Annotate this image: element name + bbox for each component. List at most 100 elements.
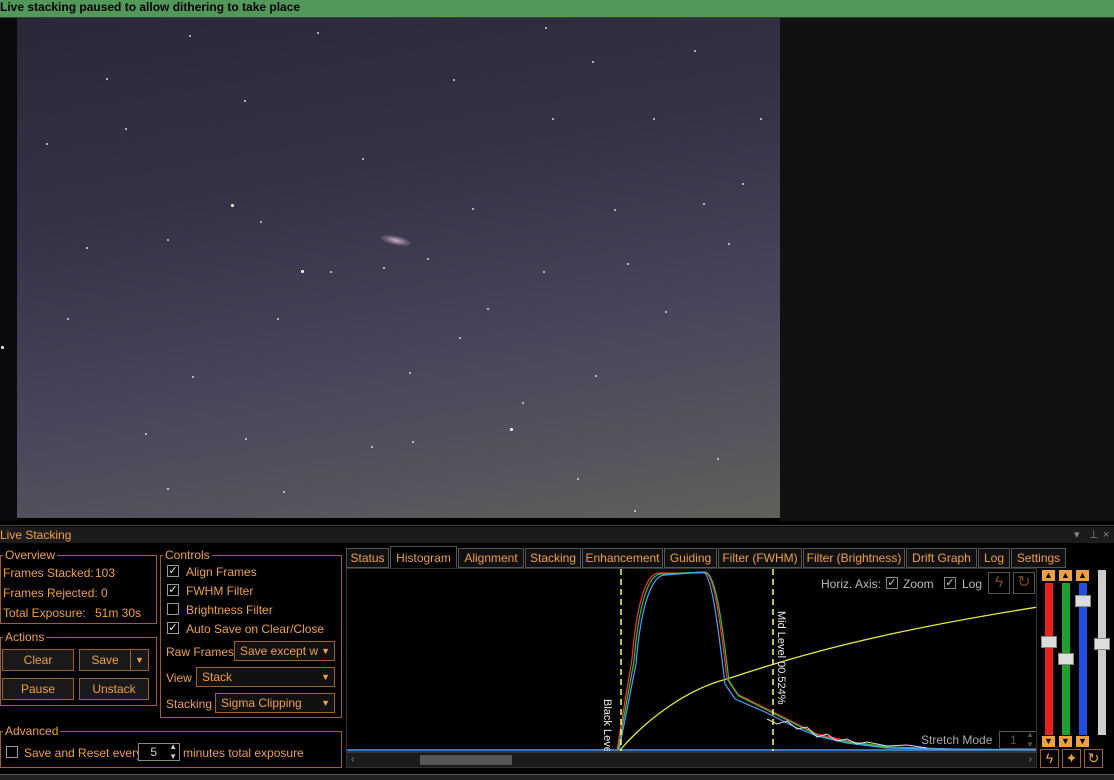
save-reset-interval-value[interactable]: 5 [150, 744, 157, 760]
auto-save-checkbox[interactable]: ✓ [167, 622, 179, 634]
close-icon[interactable]: × [1103, 527, 1109, 543]
red-down-arrow-icon[interactable]: ▼ [1042, 736, 1055, 747]
scroll-left-icon[interactable]: ‹ [351, 753, 354, 767]
stacking-value: Sigma Clipping [221, 696, 302, 710]
stretch-mode-value[interactable]: 1 [1010, 732, 1017, 748]
pin-icon[interactable]: ⊥ [1089, 527, 1099, 543]
save-reset-checkbox[interactable] [6, 746, 18, 758]
star [192, 376, 194, 378]
tab-drift-graph[interactable]: Drift Graph [906, 548, 977, 568]
view-value: Stack [202, 670, 233, 684]
stacking-select[interactable]: Sigma Clipping ▼ [215, 693, 335, 713]
tab-settings[interactable]: Settings [1011, 548, 1066, 568]
chevron-down-icon: ▼ [321, 698, 330, 708]
star [409, 372, 411, 374]
stepper-arrows-icon[interactable]: ▲ ▼ [169, 742, 177, 762]
viewer-left-strip [0, 18, 17, 521]
live-stacking-panel: Live Stacking ▾ ⊥ × Overview Frames Stac… [0, 525, 1114, 780]
green-up-arrow-icon[interactable]: ▲ [1059, 570, 1072, 581]
zoom-checkbox[interactable]: ✓ [886, 577, 898, 589]
stepper-arrows-icon[interactable]: ▲ ▼ [1026, 730, 1034, 750]
log-checkbox[interactable]: ✓ [944, 577, 956, 589]
blue-slider-handle[interactable] [1075, 595, 1091, 607]
image-viewer[interactable] [0, 18, 1114, 521]
lightning-icon[interactable]: ϟ [988, 572, 1010, 594]
reset-icon[interactable]: ↻ [1013, 572, 1035, 594]
green-down-arrow-icon[interactable]: ▼ [1059, 736, 1072, 747]
red-slider[interactable] [1045, 583, 1053, 735]
blue-up-arrow-icon[interactable]: ▲ [1076, 570, 1089, 581]
white-slider-handle[interactable] [1094, 638, 1110, 650]
scroll-thumb[interactable] [420, 755, 512, 765]
clear-button[interactable]: Clear [2, 649, 74, 671]
star [595, 375, 597, 377]
star [145, 433, 147, 435]
total-exposure-label: Total Exposure: [3, 606, 86, 620]
green-slider-handle[interactable] [1058, 653, 1074, 665]
star-icon[interactable]: ✦ [1062, 749, 1081, 768]
tab-stacking[interactable]: Stacking [525, 548, 581, 568]
star [371, 446, 373, 448]
controls-legend: Controls [165, 548, 210, 562]
zoom-label: Zoom [903, 577, 934, 591]
star [412, 441, 414, 443]
red-slider-handle[interactable] [1041, 636, 1057, 648]
star [487, 308, 489, 310]
tab-status[interactable]: Status [346, 548, 389, 568]
raw-frames-value: Save except w [240, 644, 319, 658]
tab-filter-brightness[interactable]: Filter (Brightness) [803, 548, 905, 568]
histogram-plot[interactable]: Black Level 00.389% Mid Level 00.524% Ho… [346, 568, 1037, 752]
white-slider[interactable] [1098, 570, 1106, 735]
histogram-red [616, 572, 1036, 751]
black-level-label: Black Level 00.389% [601, 699, 613, 752]
star [703, 203, 705, 205]
star [277, 318, 279, 320]
actions-legend: Actions [5, 630, 45, 644]
star [653, 118, 655, 120]
save-reset-interval-stepper[interactable]: 5 ▲ ▼ [138, 742, 180, 762]
histogram-luminance [766, 718, 928, 749]
star [717, 458, 719, 460]
save-dropdown-button[interactable]: ▼ [130, 649, 149, 671]
view-select[interactable]: Stack ▼ [196, 667, 335, 687]
tab-guiding[interactable]: Guiding [664, 548, 717, 568]
bottom-status-bar [0, 774, 1114, 780]
auto-stretch-lightning-icon[interactable]: ϟ [1040, 749, 1059, 768]
red-up-arrow-icon[interactable]: ▲ [1042, 570, 1055, 581]
mid-level-label: Mid Level 00.524% [775, 611, 787, 705]
stretch-mode-stepper[interactable]: 1 ▲ ▼ [999, 730, 1036, 750]
star [189, 35, 191, 37]
tab-filter-fwhm[interactable]: Filter (FWHM) [718, 548, 802, 568]
brightness-filter-checkbox[interactable] [167, 603, 179, 615]
auto-save-label: Auto Save on Clear/Close [186, 622, 325, 636]
star [545, 27, 547, 29]
pause-button[interactable]: Pause [2, 678, 74, 700]
scroll-right-icon[interactable]: › [1029, 753, 1032, 767]
star [510, 428, 513, 431]
star [260, 221, 262, 223]
galaxy [380, 232, 412, 249]
star [106, 78, 108, 80]
raw-frames-select[interactable]: Save except w ▼ [234, 641, 335, 661]
star [742, 183, 744, 185]
blue-down-arrow-icon[interactable]: ▼ [1076, 736, 1089, 747]
reset-stretch-icon[interactable]: ↻ [1084, 749, 1103, 768]
tab-enhancement[interactable]: Enhancement [582, 548, 663, 568]
tab-histogram[interactable]: Histogram [390, 546, 457, 568]
tab-alignment[interactable]: Alignment [458, 548, 524, 568]
star [552, 118, 554, 120]
fwhm-filter-checkbox[interactable]: ✓ [167, 584, 179, 596]
chevron-down-icon: ▼ [321, 646, 330, 656]
star [694, 50, 696, 52]
stacked-image[interactable] [17, 18, 780, 518]
panel-menu-icon[interactable]: ▾ [1074, 527, 1080, 543]
save-button[interactable]: Save [79, 649, 131, 671]
view-label: View [166, 671, 192, 685]
stretch-curve [619, 606, 1036, 751]
star [362, 158, 364, 160]
histogram-scrollbar[interactable]: ‹ › [346, 752, 1037, 768]
tab-log[interactable]: Log [978, 548, 1010, 568]
panel-title: Live Stacking [0, 528, 72, 542]
unstack-button[interactable]: Unstack [79, 678, 149, 700]
align-frames-checkbox[interactable]: ✓ [167, 565, 179, 577]
